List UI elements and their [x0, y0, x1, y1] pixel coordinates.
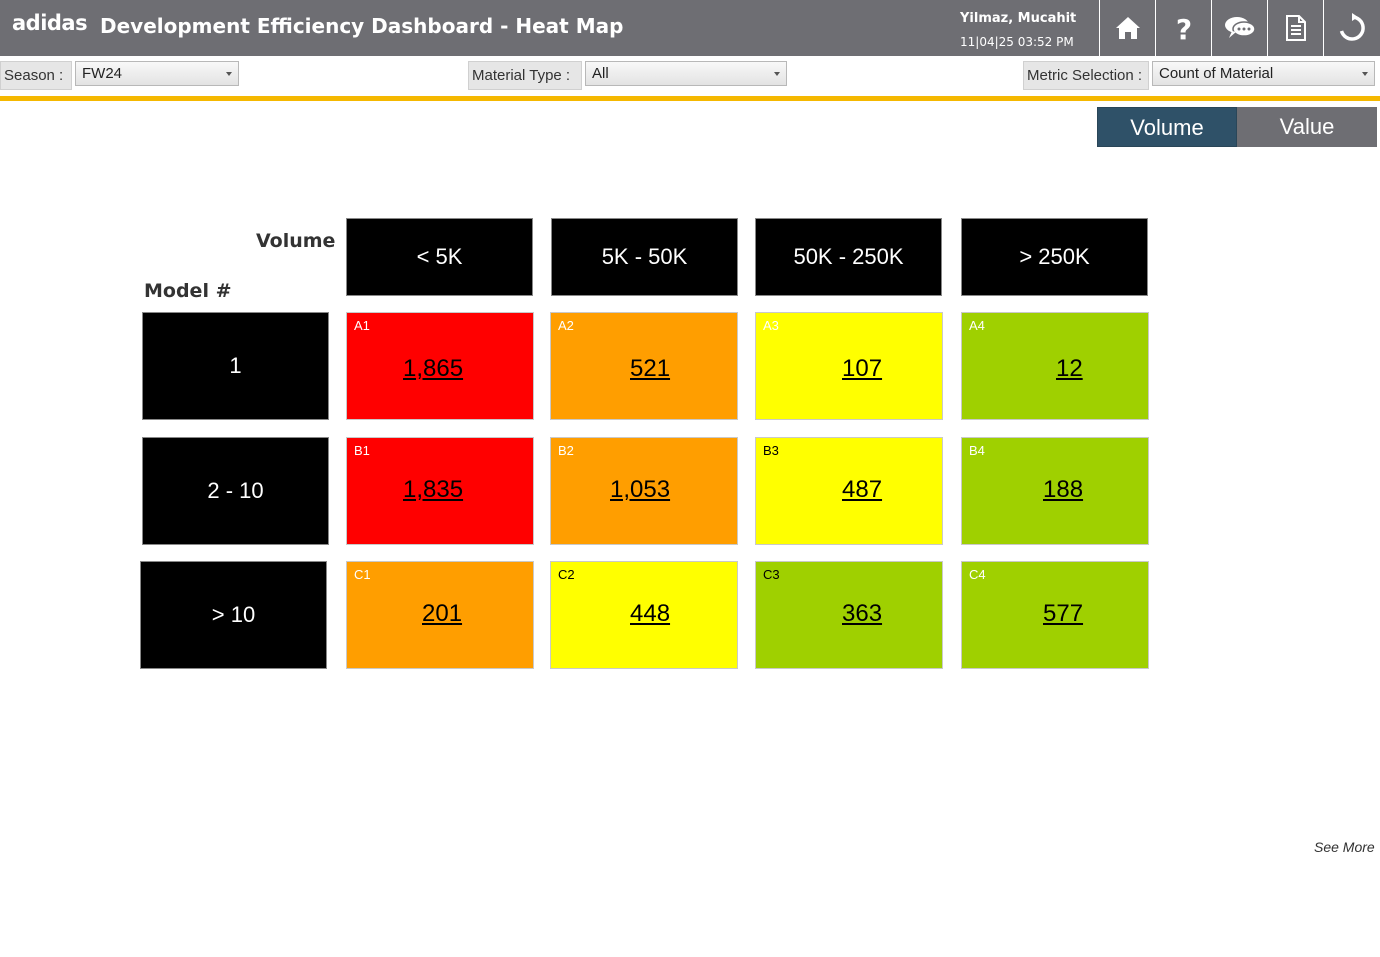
cell-code: B2	[558, 443, 574, 458]
cell-value-link[interactable]: 448	[630, 600, 670, 628]
heatmap-cell-b2[interactable]: B2 1,053	[550, 437, 738, 545]
adidas-logo[interactable]: adidas	[12, 11, 88, 35]
row-header: > 10	[140, 561, 327, 669]
material-type-label: Material Type :	[468, 61, 582, 90]
value-toggle-button[interactable]: Value	[1237, 107, 1377, 147]
home-button[interactable]	[1099, 0, 1155, 56]
metric-selection-value: Count of Material	[1159, 65, 1274, 82]
heatmap-cell-b4[interactable]: B4 188	[961, 437, 1149, 545]
cell-code: C3	[763, 567, 780, 582]
column-header: > 250K	[961, 218, 1148, 296]
volume-toggle-button[interactable]: Volume	[1097, 107, 1237, 147]
cell-value-link[interactable]: 1,835	[403, 476, 463, 504]
user-name: Yilmaz, Mucahit	[960, 11, 1077, 26]
heatmap-cell-c4[interactable]: C4 577	[961, 561, 1149, 669]
document-icon	[1285, 15, 1306, 41]
svg-text:?: ?	[1175, 13, 1191, 43]
chat-icon	[1224, 17, 1256, 38]
column-header: 50K - 250K	[755, 218, 942, 296]
cell-value-link[interactable]: 521	[630, 355, 670, 383]
page-title: Development Efficiency Dashboard - Heat …	[100, 14, 624, 38]
cell-value-link[interactable]: 188	[1043, 476, 1083, 504]
cell-value-link[interactable]: 1,865	[403, 355, 463, 383]
row-header: 1	[142, 312, 329, 420]
refresh-icon	[1339, 13, 1365, 41]
heatmap-cell-c3[interactable]: C3 363	[755, 561, 943, 669]
model-axis-label: Model #	[144, 280, 232, 302]
metric-selection-label: Metric Selection :	[1023, 61, 1149, 90]
cell-value-link[interactable]: 577	[1043, 600, 1083, 628]
cell-code: A4	[969, 318, 985, 333]
cell-value-link[interactable]: 487	[842, 476, 882, 504]
heatmap-cell-a3[interactable]: A3 107	[755, 312, 943, 420]
chevron-down-icon	[226, 72, 232, 76]
chat-button[interactable]	[1211, 0, 1267, 56]
cell-value-link[interactable]: 107	[842, 355, 882, 383]
refresh-button[interactable]	[1323, 0, 1379, 56]
cell-code: B4	[969, 443, 985, 458]
last-refresh-time: 11|04|25 03:52 PM	[960, 35, 1074, 49]
cell-code: C4	[969, 567, 986, 582]
material-type-dropdown[interactable]: All	[585, 61, 787, 86]
header-divider	[0, 96, 1380, 101]
cell-code: C2	[558, 567, 575, 582]
cell-code: A1	[354, 318, 370, 333]
cell-value-link[interactable]: 1,053	[610, 476, 670, 504]
help-icon: ?	[1175, 13, 1191, 43]
season-value: FW24	[82, 65, 123, 82]
heatmap-cell-b3[interactable]: B3 487	[755, 437, 943, 545]
volume-axis-label: Volume	[256, 230, 336, 252]
cell-code: C1	[354, 567, 371, 582]
heatmap-cell-c2[interactable]: C2 448	[550, 561, 738, 669]
heatmap-cell-b1[interactable]: B1 1,835	[346, 437, 534, 545]
cell-code: A2	[558, 318, 574, 333]
material-type-value: All	[592, 65, 609, 82]
heatmap-cell-a2[interactable]: A2 521	[550, 312, 738, 420]
report-button[interactable]	[1267, 0, 1323, 56]
cell-code: A3	[763, 318, 779, 333]
home-icon	[1115, 17, 1140, 39]
heatmap-cell-c1[interactable]: C1 201	[346, 561, 534, 669]
metric-selection-dropdown[interactable]: Count of Material	[1152, 61, 1375, 86]
cell-value-link[interactable]: 12	[1056, 355, 1083, 383]
app-header: adidas Development Efficiency Dashboard …	[0, 0, 1380, 56]
season-label: Season :	[0, 61, 72, 90]
column-header: 5K - 50K	[551, 218, 738, 296]
row-header: 2 - 10	[142, 437, 329, 545]
chevron-down-icon	[1362, 72, 1368, 76]
cell-value-link[interactable]: 363	[842, 600, 882, 628]
heatmap-cell-a4[interactable]: A4 12	[961, 312, 1149, 420]
help-button[interactable]: ?	[1155, 0, 1211, 56]
cell-value-link[interactable]: 201	[422, 600, 462, 628]
see-more-link[interactable]: See More	[1314, 839, 1375, 855]
heatmap-cell-a1[interactable]: A1 1,865	[346, 312, 534, 420]
cell-code: B3	[763, 443, 779, 458]
cell-code: B1	[354, 443, 370, 458]
chevron-down-icon	[774, 72, 780, 76]
season-dropdown[interactable]: FW24	[75, 61, 239, 86]
column-header: < 5K	[346, 218, 533, 296]
